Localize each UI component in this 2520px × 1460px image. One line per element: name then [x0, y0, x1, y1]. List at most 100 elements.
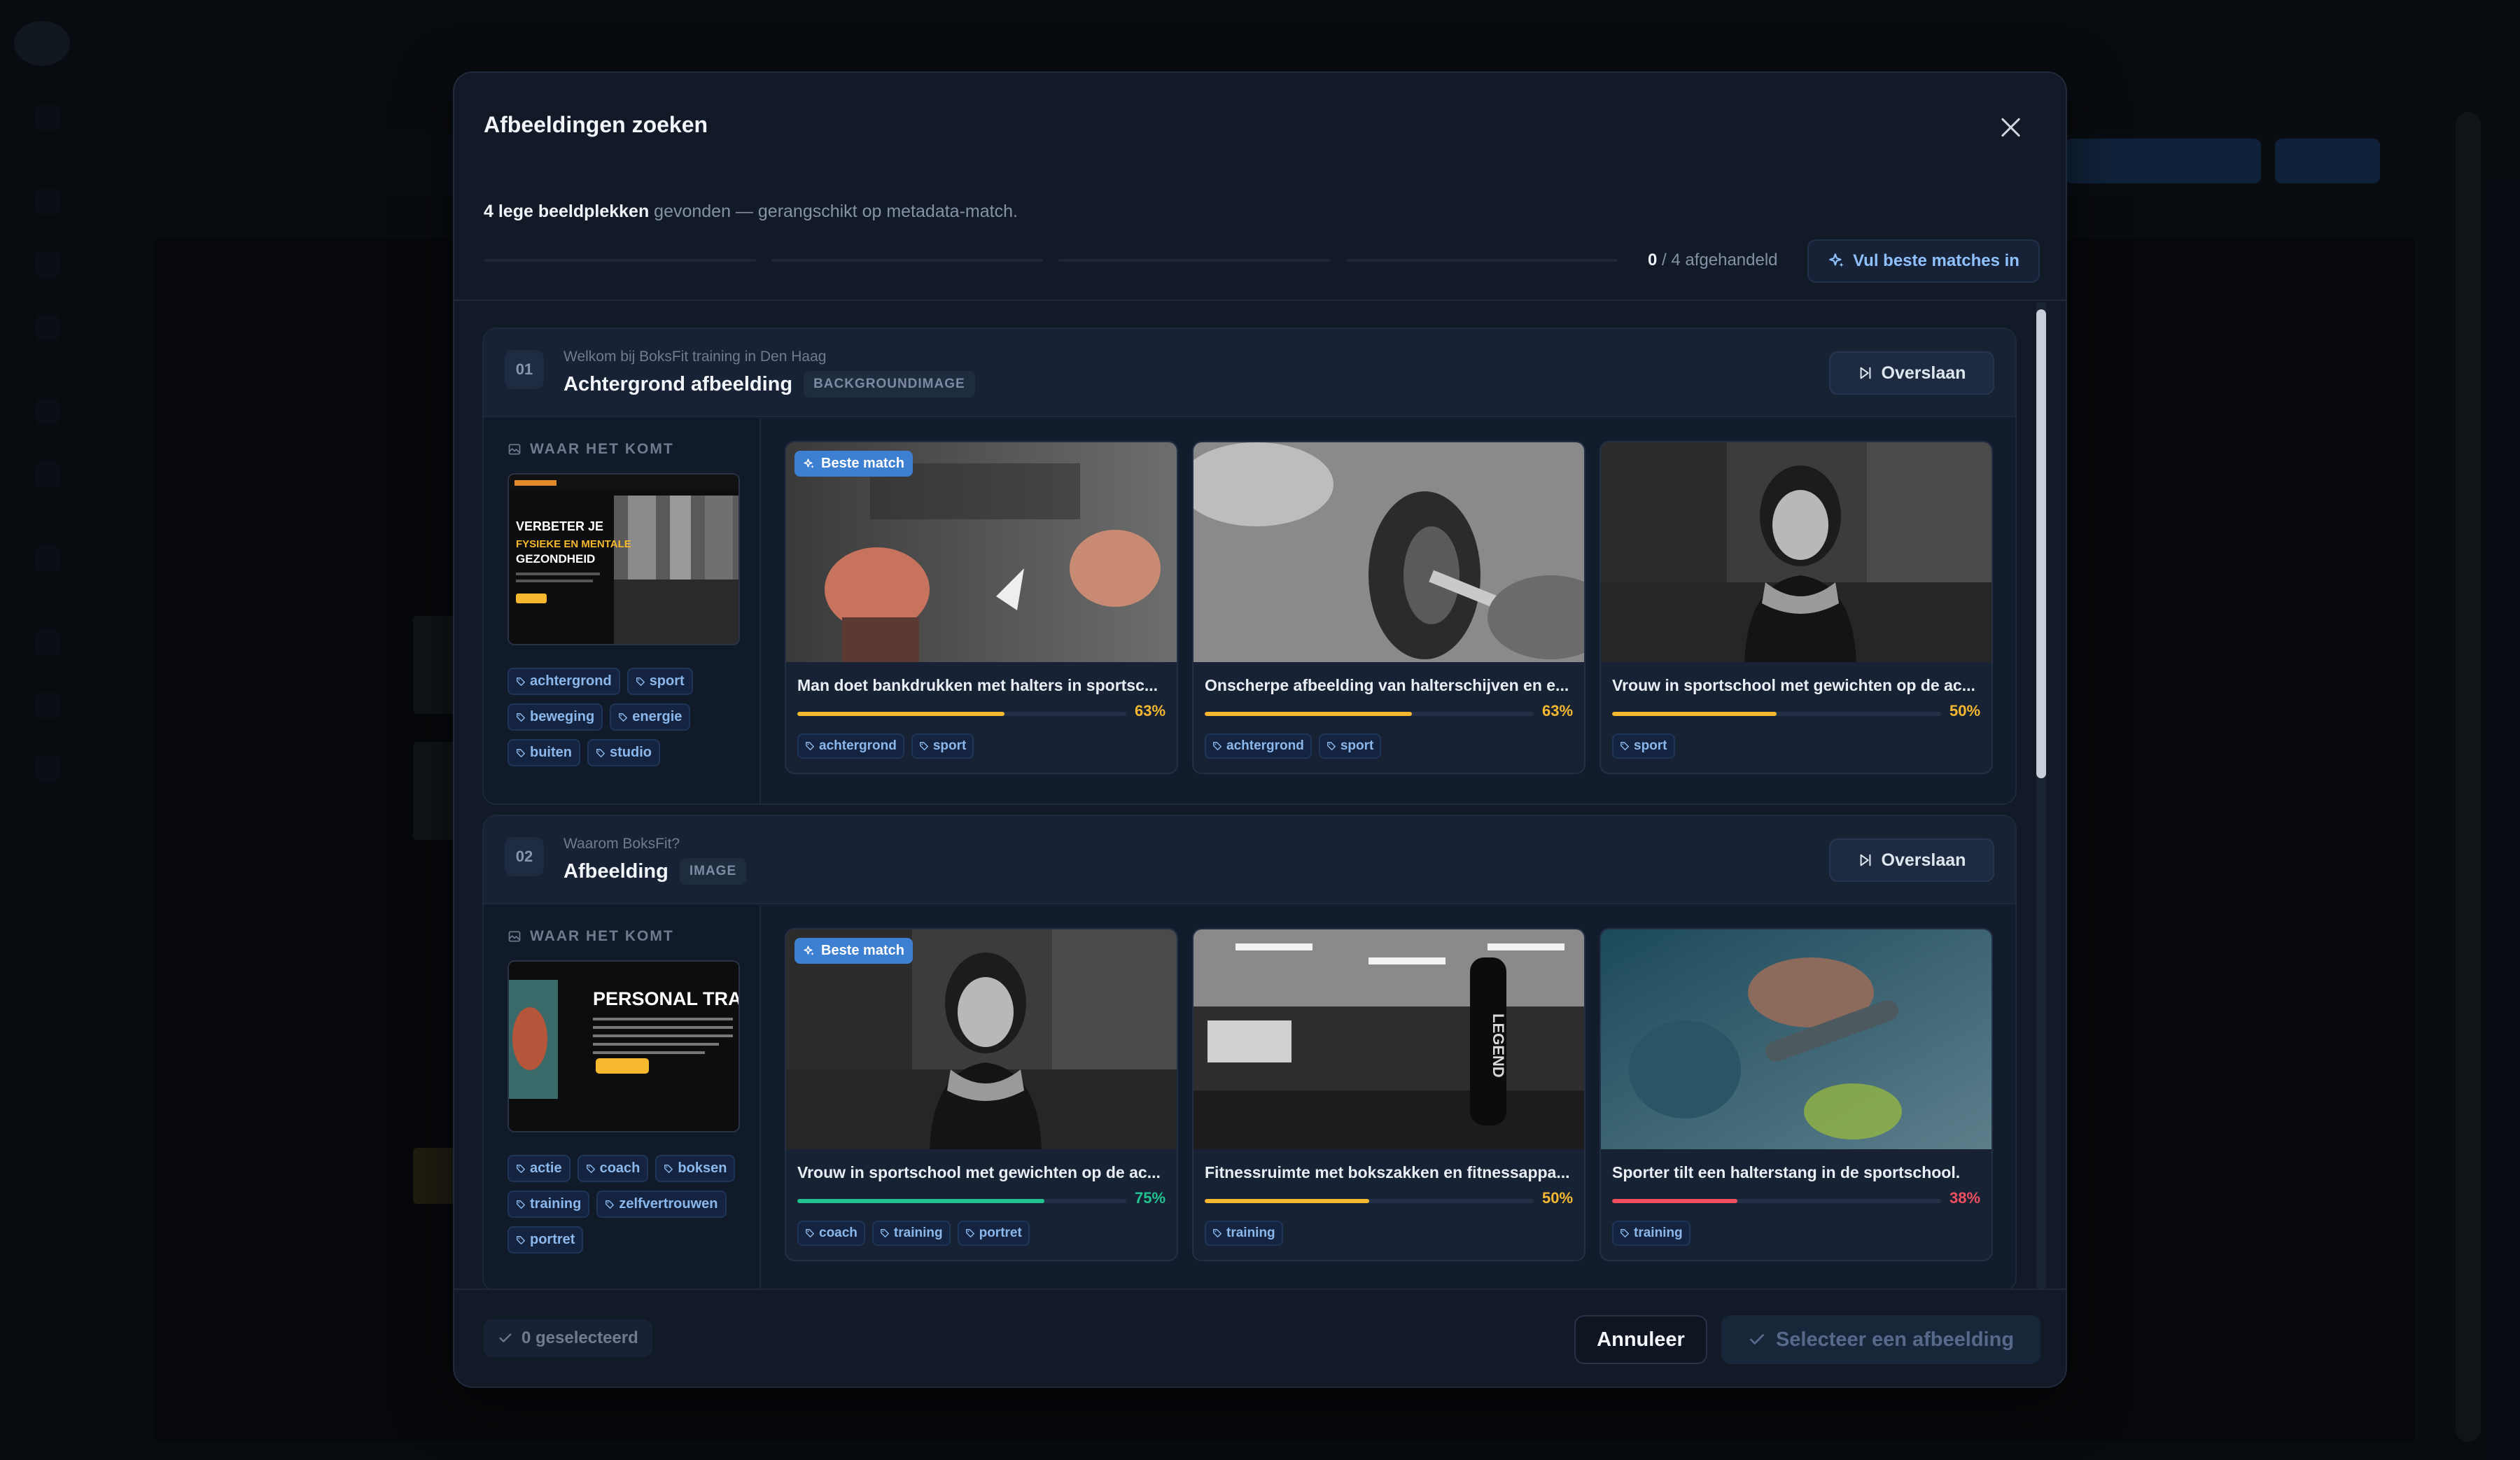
tag-icon	[636, 677, 645, 686]
selected-count-label: 0 geselecteerd	[522, 1328, 638, 1347]
candidate-image[interactable]	[1601, 442, 1991, 662]
thumb-headline-1: PERSONAL TRAININ	[593, 988, 740, 1009]
tag-label: sport	[649, 673, 685, 689]
match-score-bar	[1205, 712, 1534, 716]
progress-counter: 0 / 4 afgehandeld	[1648, 251, 1778, 270]
tag-icon	[919, 742, 928, 750]
modal-footer: 0 geselecteerd Annuleer Selecteer een af…	[454, 1289, 2066, 1387]
where-label: WAAR HET KOMT	[507, 928, 674, 945]
where-label-text: WAAR HET KOMT	[530, 441, 674, 457]
tag-icon	[606, 1200, 615, 1209]
tag-icon	[586, 1164, 595, 1173]
match-score-fill	[1205, 712, 1413, 716]
check-icon	[499, 1333, 512, 1342]
placement-tag: portret	[507, 1226, 584, 1254]
candidate-caption: Onscherpe afbeelding van halterschijven …	[1205, 676, 1569, 694]
candidate-tags: training	[1205, 1221, 1283, 1246]
image-candidate-card[interactable]: LEGEND Fitnessruimte met bokszakken en fi…	[1192, 928, 1586, 1261]
tag-label: coach	[599, 1160, 640, 1176]
cancel-button[interactable]: Annuleer	[1574, 1315, 1707, 1364]
tag-icon	[1213, 742, 1222, 750]
placement-tags: actie coach boksen training zelfvertrouwen po…	[507, 1155, 746, 1254]
summary-count: 4 lege beeldplekken	[484, 202, 650, 221]
tag-label: beweging	[530, 709, 595, 724]
selected-count-badge: 0 geselecteerd	[484, 1319, 652, 1357]
match-score-value: 75%	[1134, 1189, 1166, 1207]
candidate-tags: coach training portret	[797, 1221, 1030, 1246]
placement-tag: studio	[587, 739, 660, 766]
section-context: Welkom bij BoksFit training in Den Haag	[564, 349, 827, 365]
tag-label: training	[893, 1226, 943, 1240]
counter-done: 0	[1648, 251, 1658, 269]
scrollbar-thumb[interactable]	[2036, 309, 2046, 778]
match-score-value: 50%	[1949, 702, 1980, 720]
candidate-image[interactable]	[1601, 929, 1991, 1149]
tag-icon	[517, 1164, 525, 1173]
placement-tag: boksen	[655, 1155, 736, 1182]
match-score-fill	[1612, 1199, 1737, 1203]
tag-icon	[1326, 742, 1336, 750]
best-match-label: Beste match	[821, 943, 904, 958]
section-context: Waarom BoksFit?	[564, 836, 680, 852]
modal-title: Afbeeldingen zoeken	[484, 112, 708, 137]
modal-summary: 4 lege beeldplekken gevonden — gerangsch…	[484, 202, 1018, 222]
match-score-fill	[1205, 1199, 1369, 1203]
candidate-tag: training	[1612, 1221, 1690, 1246]
candidate-tag: achtergrond	[797, 733, 904, 759]
tag-icon	[965, 1229, 974, 1237]
best-match-badge: Beste match	[794, 451, 913, 477]
image-candidate-card[interactable]: Sporter tilt een halterstang in de sport…	[1600, 928, 1993, 1261]
match-score-number: 63	[1541, 702, 1560, 720]
tag-label: training	[1634, 1226, 1683, 1240]
tag-icon	[1620, 1229, 1629, 1237]
match-score-fill	[797, 1199, 1044, 1203]
section-title-text: Afbeelding	[564, 859, 668, 883]
skip-button[interactable]: Overslaan	[1829, 351, 1994, 395]
tag-icon	[1213, 1229, 1222, 1237]
candidate-image[interactable]	[1194, 442, 1584, 662]
placement-tag: coach	[577, 1155, 649, 1182]
candidate-caption: Man doet bankdrukken met halters in spor…	[797, 676, 1158, 694]
image-search-modal: Afbeeldingen zoeken 4 lege beeldplekken …	[453, 71, 2067, 1388]
image-candidate-card[interactable]: Beste match Vrouw in sportschool met gewi…	[785, 928, 1178, 1261]
tag-label: zelfvertrouwen	[619, 1196, 718, 1212]
tag-label: coach	[819, 1226, 858, 1240]
tag-label: training	[1226, 1226, 1275, 1240]
image-candidate-card[interactable]: Vrouw in sportschool met gewichten op de…	[1600, 441, 1993, 774]
image-candidate-card[interactable]: Onscherpe afbeelding van halterschijven …	[1192, 441, 1586, 774]
modal-body[interactable]: 01 Welkom bij BoksFit training in Den Haa…	[454, 302, 2066, 1291]
candidate-tags: achtergrond sport	[797, 733, 974, 759]
tag-icon	[880, 1229, 889, 1237]
match-score-number: 50	[1949, 702, 1967, 720]
candidate-tag: sport	[911, 733, 974, 759]
tag-icon	[517, 1200, 525, 1209]
candidate-image[interactable]: LEGEND	[1194, 929, 1584, 1149]
best-match-badge: Beste match	[794, 938, 913, 964]
modal-scrollbar[interactable]	[2036, 302, 2046, 1291]
skip-icon	[1860, 854, 1870, 866]
fill-best-matches-button[interactable]: Vul beste matches in	[1807, 239, 2040, 283]
skip-icon	[1860, 367, 1870, 379]
progress-segments	[484, 259, 1618, 266]
best-match-label: Beste match	[821, 456, 904, 471]
candidate-tag: achtergrond	[1205, 733, 1312, 759]
candidate-caption: Fitnessruimte met bokszakken en fitnessa…	[1205, 1163, 1570, 1181]
candidate-tags: training	[1612, 1221, 1690, 1246]
tag-icon	[664, 1164, 673, 1173]
match-score-bar	[797, 712, 1126, 716]
candidate-tag: training	[872, 1221, 951, 1246]
close-icon[interactable]	[1996, 112, 2026, 143]
candidate-tags: achtergrond sport	[1205, 733, 1382, 759]
section-header: 01 Welkom bij BoksFit training in Den Haa…	[484, 329, 2015, 417]
candidate-tags: sport	[1612, 733, 1675, 759]
candidate-caption: Sporter tilt een halterstang in de sport…	[1612, 1163, 1961, 1181]
tag-label: achtergrond	[530, 673, 612, 689]
select-image-button[interactable]: Selecteer een afbeelding	[1721, 1315, 2040, 1364]
match-score-number: 75	[1134, 1189, 1152, 1207]
image-candidate-card[interactable]: Beste match Man doet bankdrukken met halt…	[785, 441, 1178, 774]
skip-button[interactable]: Overslaan	[1829, 838, 1994, 882]
candidate-caption: Vrouw in sportschool met gewichten op de…	[1612, 676, 1975, 694]
skip-label: Overslaan	[1881, 850, 1966, 870]
placement-tag: achtergrond	[507, 668, 620, 695]
candidate-tag: sport	[1612, 733, 1675, 759]
